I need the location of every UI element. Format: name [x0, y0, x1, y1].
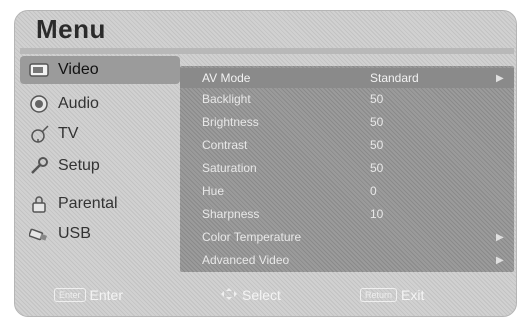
video-icon: [28, 61, 50, 79]
sidebar-item-parental[interactable]: Parental: [20, 190, 180, 218]
hint-enter: Enter Enter: [54, 287, 123, 303]
hint-select: Select: [220, 287, 281, 304]
setup-icon: [28, 157, 50, 175]
hint-label: Select: [242, 287, 281, 303]
row-backlight[interactable]: Backlight 50: [180, 89, 514, 109]
chevron-right-icon: ▶: [496, 231, 504, 243]
title-divider: [20, 48, 514, 54]
setting-label: Saturation: [202, 161, 257, 175]
hint-label: Enter: [89, 287, 123, 303]
setting-value: 50: [370, 92, 384, 106]
row-saturation[interactable]: Saturation 50: [180, 158, 514, 178]
sidebar-item-tv[interactable]: TV: [20, 120, 180, 148]
chevron-right-icon: ▶: [496, 254, 504, 266]
sidebar-item-setup[interactable]: Setup: [20, 152, 180, 180]
row-hue[interactable]: Hue 0: [180, 181, 514, 201]
screen-frame: Menu Video Audio TV Setup Parental USB A…: [0, 0, 524, 326]
row-brightness[interactable]: Brightness 50: [180, 112, 514, 132]
sidebar: Video Audio TV Setup Parental USB: [20, 56, 180, 276]
return-key-icon: Return: [360, 288, 398, 302]
setting-label: Advanced Video: [202, 253, 290, 267]
page-title: Menu: [36, 14, 106, 44]
setting-label: Color Temperature: [202, 230, 302, 244]
lock-icon: [28, 195, 50, 213]
row-advanced-video[interactable]: Advanced Video ▶: [180, 250, 514, 270]
setting-value: 50: [370, 115, 384, 129]
hint-exit: Return Exit: [360, 287, 424, 303]
antenna-icon: [28, 125, 50, 143]
row-contrast[interactable]: Contrast 50: [180, 135, 514, 155]
hint-label: Exit: [401, 287, 425, 303]
setting-label: Hue: [202, 184, 225, 198]
sidebar-item-audio[interactable]: Audio: [20, 90, 180, 118]
setting-label: Sharpness: [202, 207, 260, 221]
video-settings-panel: AV Mode Standard ▶ Backlight 50 Brightne…: [180, 66, 514, 272]
setting-label: Contrast: [202, 138, 248, 152]
dpad-icon: [220, 287, 238, 304]
enter-key-icon: Enter: [54, 288, 86, 302]
setting-value: Standard: [370, 71, 419, 85]
setting-value: 10: [370, 207, 384, 221]
setting-label: AV Mode: [202, 71, 251, 85]
setting-value: 50: [370, 138, 384, 152]
audio-icon: [28, 95, 50, 113]
row-color-temperature[interactable]: Color Temperature ▶: [180, 227, 514, 247]
sidebar-item-usb[interactable]: USB: [20, 220, 180, 248]
row-av-mode[interactable]: AV Mode Standard ▶: [180, 68, 514, 88]
sidebar-item-label: TV: [58, 125, 79, 142]
setting-label: Brightness: [202, 115, 259, 129]
chevron-right-icon: ▶: [496, 72, 504, 84]
usb-icon: [28, 225, 50, 243]
sidebar-item-label: Audio: [58, 95, 99, 112]
sidebar-item-label: Parental: [58, 195, 118, 212]
setting-value: 50: [370, 161, 384, 175]
setting-value: 0: [370, 184, 377, 198]
sidebar-item-video[interactable]: Video: [20, 56, 180, 84]
setting-label: Backlight: [202, 92, 251, 106]
sidebar-item-label: Video: [58, 61, 99, 78]
row-sharpness[interactable]: Sharpness 10: [180, 204, 514, 224]
footer-hints: Enter Enter Select Return Exit: [20, 280, 514, 310]
sidebar-item-label: Setup: [58, 157, 100, 174]
sidebar-item-label: USB: [58, 225, 91, 242]
